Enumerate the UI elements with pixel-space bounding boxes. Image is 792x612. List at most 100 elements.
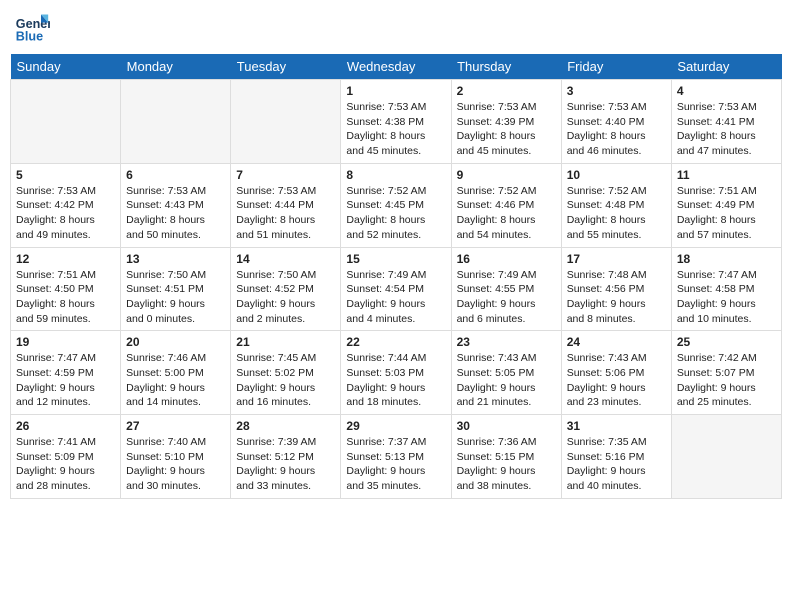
calendar-day: 2 Sunrise: 7:53 AM Sunset: 4:39 PM Daylig…: [451, 80, 561, 164]
day-number: 2: [457, 84, 556, 98]
weekday-header: Wednesday: [341, 54, 451, 80]
calendar-day: 22 Sunrise: 7:44 AM Sunset: 5:03 PM Dayli…: [341, 331, 451, 415]
calendar-table: SundayMondayTuesdayWednesdayThursdayFrid…: [10, 54, 782, 499]
logo-icon: General Blue: [14, 10, 50, 46]
day-info: Sunrise: 7:45 AM Sunset: 5:02 PM Dayligh…: [236, 351, 335, 410]
day-number: 18: [677, 252, 776, 266]
day-info: Sunrise: 7:53 AM Sunset: 4:42 PM Dayligh…: [16, 184, 115, 243]
calendar-day: 12 Sunrise: 7:51 AM Sunset: 4:50 PM Dayli…: [11, 247, 121, 331]
day-info: Sunrise: 7:53 AM Sunset: 4:44 PM Dayligh…: [236, 184, 335, 243]
day-info: Sunrise: 7:53 AM Sunset: 4:41 PM Dayligh…: [677, 100, 776, 159]
page-header: General Blue: [10, 10, 782, 46]
weekday-header: Saturday: [671, 54, 781, 80]
day-info: Sunrise: 7:43 AM Sunset: 5:06 PM Dayligh…: [567, 351, 666, 410]
calendar-day: 23Sunrise: 7:43 AM Sunset: 5:05 PM Dayli…: [451, 331, 561, 415]
day-info: Sunrise: 7:50 AM Sunset: 4:52 PM Dayligh…: [236, 268, 335, 327]
day-number: 29: [346, 419, 445, 433]
calendar-day: 9 Sunrise: 7:52 AM Sunset: 4:46 PM Daylig…: [451, 163, 561, 247]
day-number: 28: [236, 419, 335, 433]
calendar-day: 26 Sunrise: 7:41 AM Sunset: 5:09 PM Dayli…: [11, 415, 121, 499]
day-number: 4: [677, 84, 776, 98]
day-number: 14: [236, 252, 335, 266]
day-info: Sunrise: 7:41 AM Sunset: 5:09 PM Dayligh…: [16, 435, 115, 494]
calendar-day: 29 Sunrise: 7:37 AM Sunset: 5:13 PM Dayli…: [341, 415, 451, 499]
calendar-day: 4 Sunrise: 7:53 AM Sunset: 4:41 PM Daylig…: [671, 80, 781, 164]
day-number: 9: [457, 168, 556, 182]
calendar-day: 17 Sunrise: 7:48 AM Sunset: 4:56 PM Dayli…: [561, 247, 671, 331]
day-number: 27: [126, 419, 225, 433]
day-number: 22: [346, 335, 445, 349]
calendar-day: 15 Sunrise: 7:49 AM Sunset: 4:54 PM Dayli…: [341, 247, 451, 331]
calendar-day: 21 Sunrise: 7:45 AM Sunset: 5:02 PM Dayli…: [231, 331, 341, 415]
day-info: Sunrise: 7:50 AM Sunset: 4:51 PM Dayligh…: [126, 268, 225, 327]
day-info: Sunrise: 7:48 AM Sunset: 4:56 PM Dayligh…: [567, 268, 666, 327]
day-number: 19: [16, 335, 115, 349]
day-info: Sunrise: 7:53 AM Sunset: 4:43 PM Dayligh…: [126, 184, 225, 243]
day-number: 15: [346, 252, 445, 266]
calendar-day: 1 Sunrise: 7:53 AM Sunset: 4:38 PM Daylig…: [341, 80, 451, 164]
day-number: 11: [677, 168, 776, 182]
day-info: Sunrise: 7:52 AM Sunset: 4:45 PM Dayligh…: [346, 184, 445, 243]
calendar-day: 6 Sunrise: 7:53 AM Sunset: 4:43 PM Daylig…: [121, 163, 231, 247]
calendar-day: 16 Sunrise: 7:49 AM Sunset: 4:55 PM Dayli…: [451, 247, 561, 331]
empty-day: [121, 80, 231, 164]
calendar-day: 30 Sunrise: 7:36 AM Sunset: 5:15 PM Dayli…: [451, 415, 561, 499]
calendar-day: 10 Sunrise: 7:52 AM Sunset: 4:48 PM Dayli…: [561, 163, 671, 247]
day-info: Sunrise: 7:49 AM Sunset: 4:54 PM Dayligh…: [346, 268, 445, 327]
day-info: Sunrise: 7:40 AM Sunset: 5:10 PM Dayligh…: [126, 435, 225, 494]
day-info: Sunrise: 7:53 AM Sunset: 4:39 PM Dayligh…: [457, 100, 556, 159]
calendar-day: 8 Sunrise: 7:52 AM Sunset: 4:45 PM Daylig…: [341, 163, 451, 247]
empty-day: [671, 415, 781, 499]
day-number: 1: [346, 84, 445, 98]
day-number: 13: [126, 252, 225, 266]
calendar-day: 31 Sunrise: 7:35 AM Sunset: 5:16 PM Dayli…: [561, 415, 671, 499]
day-info: Sunrise: 7:47 AM Sunset: 4:58 PM Dayligh…: [677, 268, 776, 327]
day-number: 16: [457, 252, 556, 266]
calendar-day: 24Sunrise: 7:43 AM Sunset: 5:06 PM Dayli…: [561, 331, 671, 415]
day-info: Sunrise: 7:49 AM Sunset: 4:55 PM Dayligh…: [457, 268, 556, 327]
calendar-day: 28 Sunrise: 7:39 AM Sunset: 5:12 PM Dayli…: [231, 415, 341, 499]
day-info: Sunrise: 7:39 AM Sunset: 5:12 PM Dayligh…: [236, 435, 335, 494]
calendar-day: 18 Sunrise: 7:47 AM Sunset: 4:58 PM Dayli…: [671, 247, 781, 331]
day-info: Sunrise: 7:53 AM Sunset: 4:38 PM Dayligh…: [346, 100, 445, 159]
day-number: 5: [16, 168, 115, 182]
calendar-day: 7 Sunrise: 7:53 AM Sunset: 4:44 PM Daylig…: [231, 163, 341, 247]
weekday-header: Tuesday: [231, 54, 341, 80]
day-number: 21: [236, 335, 335, 349]
day-number: 8: [346, 168, 445, 182]
weekday-header: Monday: [121, 54, 231, 80]
day-info: Sunrise: 7:43 AM Sunset: 5:05 PM Dayligh…: [457, 351, 556, 410]
day-number: 7: [236, 168, 335, 182]
calendar-day: 3Sunrise: 7:53 AM Sunset: 4:40 PM Daylig…: [561, 80, 671, 164]
weekday-header: Sunday: [11, 54, 121, 80]
day-number: 25: [677, 335, 776, 349]
day-number: 31: [567, 419, 666, 433]
weekday-header: Friday: [561, 54, 671, 80]
day-info: Sunrise: 7:44 AM Sunset: 5:03 PM Dayligh…: [346, 351, 445, 410]
day-number: 20: [126, 335, 225, 349]
day-info: Sunrise: 7:52 AM Sunset: 4:46 PM Dayligh…: [457, 184, 556, 243]
day-info: Sunrise: 7:37 AM Sunset: 5:13 PM Dayligh…: [346, 435, 445, 494]
day-number: 17: [567, 252, 666, 266]
day-info: Sunrise: 7:46 AM Sunset: 5:00 PM Dayligh…: [126, 351, 225, 410]
day-info: Sunrise: 7:51 AM Sunset: 4:49 PM Dayligh…: [677, 184, 776, 243]
day-info: Sunrise: 7:35 AM Sunset: 5:16 PM Dayligh…: [567, 435, 666, 494]
day-number: 10: [567, 168, 666, 182]
weekday-header: Thursday: [451, 54, 561, 80]
day-info: Sunrise: 7:36 AM Sunset: 5:15 PM Dayligh…: [457, 435, 556, 494]
day-number: 12: [16, 252, 115, 266]
day-number: 6: [126, 168, 225, 182]
logo: General Blue: [14, 10, 54, 46]
day-info: Sunrise: 7:52 AM Sunset: 4:48 PM Dayligh…: [567, 184, 666, 243]
day-info: Sunrise: 7:47 AM Sunset: 4:59 PM Dayligh…: [16, 351, 115, 410]
calendar-day: 14 Sunrise: 7:50 AM Sunset: 4:52 PM Dayli…: [231, 247, 341, 331]
empty-day: [11, 80, 121, 164]
day-number: 30: [457, 419, 556, 433]
calendar-day: 5 Sunrise: 7:53 AM Sunset: 4:42 PM Daylig…: [11, 163, 121, 247]
day-number: 26: [16, 419, 115, 433]
calendar-day: 20 Sunrise: 7:46 AM Sunset: 5:00 PM Dayli…: [121, 331, 231, 415]
day-number: 3: [567, 84, 666, 98]
calendar-day: 27 Sunrise: 7:40 AM Sunset: 5:10 PM Dayli…: [121, 415, 231, 499]
day-info: Sunrise: 7:51 AM Sunset: 4:50 PM Dayligh…: [16, 268, 115, 327]
calendar-day: 13 Sunrise: 7:50 AM Sunset: 4:51 PM Dayli…: [121, 247, 231, 331]
